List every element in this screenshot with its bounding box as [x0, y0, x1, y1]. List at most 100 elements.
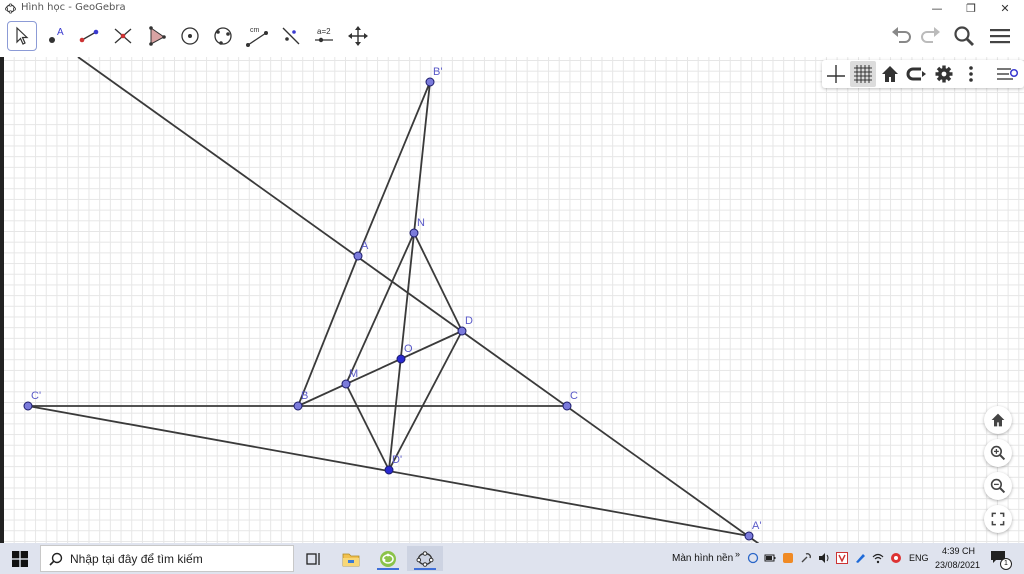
point-b[interactable]	[293, 401, 303, 411]
redo-icon	[921, 27, 940, 43]
segment-n-d[interactable]	[413, 232, 463, 332]
fullscreen-button[interactable]	[984, 505, 1012, 533]
main-menu-button[interactable]	[985, 21, 1015, 51]
point-a-prime[interactable]	[744, 531, 754, 541]
battery-icon[interactable]	[764, 552, 776, 564]
more-options-button[interactable]	[958, 61, 984, 87]
point-m[interactable]	[341, 379, 351, 389]
menu-icon	[990, 29, 1010, 44]
tool-point[interactable]: A	[41, 21, 71, 51]
app-running-indicator	[377, 568, 399, 570]
toggle-grid-button[interactable]	[850, 61, 876, 87]
tool-slider[interactable]: a=2	[309, 21, 339, 51]
point-label-a: A	[361, 240, 369, 252]
vpn-icon[interactable]	[836, 552, 848, 564]
file-explorer-icon	[342, 553, 360, 566]
geogebra-classic-taskbar-button[interactable]	[370, 546, 406, 571]
windows-taskbar: Nhập tại đây để tìm kiếm Màn hình nền » …	[0, 543, 1024, 574]
zoom-out-button[interactable]	[984, 472, 1012, 500]
tool-move[interactable]	[7, 21, 37, 51]
tool-distance[interactable]: cm	[242, 21, 272, 51]
point-o[interactable]	[396, 354, 406, 364]
standard-view-zoom-button[interactable]	[984, 406, 1012, 434]
point-a[interactable]	[353, 251, 363, 261]
zoom-in-icon	[990, 445, 1006, 461]
taskbar-search-box[interactable]: Nhập tại đây để tìm kiếm	[40, 545, 294, 572]
volume-icon[interactable]	[818, 552, 830, 564]
tool-move-graphics-view[interactable]	[343, 21, 373, 51]
reflect-about-line-icon	[282, 27, 300, 45]
point-n[interactable]	[409, 228, 419, 238]
point-c[interactable]	[562, 401, 572, 411]
tool-tray-icon[interactable]	[800, 552, 812, 564]
geogebra-active-taskbar-button[interactable]	[407, 546, 443, 571]
tool-circle-three-points[interactable]	[208, 21, 238, 51]
close-icon: ✕	[1000, 2, 1010, 15]
perpendicular-line-icon	[114, 28, 132, 44]
point-label-a-prime: A'	[752, 520, 761, 532]
restore-button[interactable]: ❐	[955, 0, 987, 17]
weather-icon[interactable]	[747, 552, 759, 564]
point-label-o: O	[404, 343, 413, 355]
toolbar: A cm a=2	[0, 17, 1024, 57]
point-label-n: N	[417, 217, 425, 229]
circle-three-points-icon	[214, 27, 232, 45]
view-options-button[interactable]	[904, 61, 930, 87]
start-button[interactable]	[0, 543, 40, 574]
line-a-prime-a[interactable]	[77, 57, 762, 543]
segment-d-d-prime[interactable]	[388, 330, 463, 471]
undo-button[interactable]	[887, 21, 917, 51]
segment-a-b-prime[interactable]	[357, 81, 431, 257]
notification-count-badge: 1	[1000, 558, 1012, 570]
tool-segment[interactable]	[74, 21, 104, 51]
wifi-icon[interactable]	[872, 552, 884, 564]
language-indicator[interactable]: ENG	[909, 553, 929, 563]
tool-reflect[interactable]	[276, 21, 306, 51]
svg-text:a=2: a=2	[317, 27, 331, 36]
tool-perpendicular-line[interactable]	[108, 21, 138, 51]
standard-view-button[interactable]	[877, 61, 903, 87]
redo-button[interactable]	[915, 21, 945, 51]
point-c-prime[interactable]	[23, 401, 33, 411]
security-tray-icon[interactable]	[890, 552, 902, 564]
minimize-icon: —	[931, 2, 943, 15]
file-explorer-button[interactable]	[333, 546, 369, 571]
taskbar-search-placeholder: Nhập tại đây để tìm kiếm	[70, 552, 203, 566]
geometry-construction[interactable]: B' N A D O M B C C' D' A'	[4, 57, 1024, 543]
toggle-axes-button[interactable]	[823, 61, 849, 87]
home-icon	[991, 413, 1005, 427]
point-icon: A	[49, 27, 64, 43]
clock-date[interactable]: 23/08/2021	[935, 560, 980, 570]
clock-time[interactable]: 4:39 CH	[942, 546, 975, 556]
chevron-up-icon[interactable]: »	[735, 549, 740, 559]
circle-center-point-icon	[181, 27, 199, 45]
point-d-prime[interactable]	[384, 465, 394, 475]
search-icon	[49, 552, 63, 566]
search-button[interactable]	[949, 21, 979, 51]
app-active-indicator	[414, 568, 436, 570]
minimize-button[interactable]: —	[921, 0, 953, 17]
close-button[interactable]: ✕	[989, 0, 1021, 17]
tool-circle[interactable]	[175, 21, 205, 51]
title-bar: Hình học - GeoGebra — ❐ ✕	[0, 0, 1024, 17]
point-b-prime[interactable]	[425, 77, 435, 87]
app-tray-icon[interactable]	[782, 552, 794, 564]
geogebra-logo-icon	[5, 3, 16, 14]
fullscreen-icon	[991, 512, 1005, 526]
polygon-icon	[149, 26, 166, 46]
graphics-settings-button[interactable]	[931, 61, 957, 87]
task-view-button[interactable]	[296, 546, 332, 571]
point-d[interactable]	[457, 326, 467, 336]
show-desktop-label[interactable]: Màn hình nền	[672, 553, 733, 564]
pen-icon[interactable]	[854, 552, 866, 564]
notification-center-button[interactable]: 1	[990, 550, 1012, 570]
settings-icon	[935, 65, 953, 83]
tool-polygon[interactable]	[141, 21, 171, 51]
zoom-in-button[interactable]	[984, 439, 1012, 467]
segment-m-d-prime[interactable]	[345, 383, 390, 471]
search-icon	[954, 26, 974, 46]
graphics-view[interactable]: B' N A D O M B C C' D' A'	[4, 57, 1024, 543]
toggle-style-bar-button[interactable]	[994, 61, 1020, 87]
point-label-b: B	[301, 390, 308, 402]
slider-icon: a=2	[315, 27, 333, 43]
